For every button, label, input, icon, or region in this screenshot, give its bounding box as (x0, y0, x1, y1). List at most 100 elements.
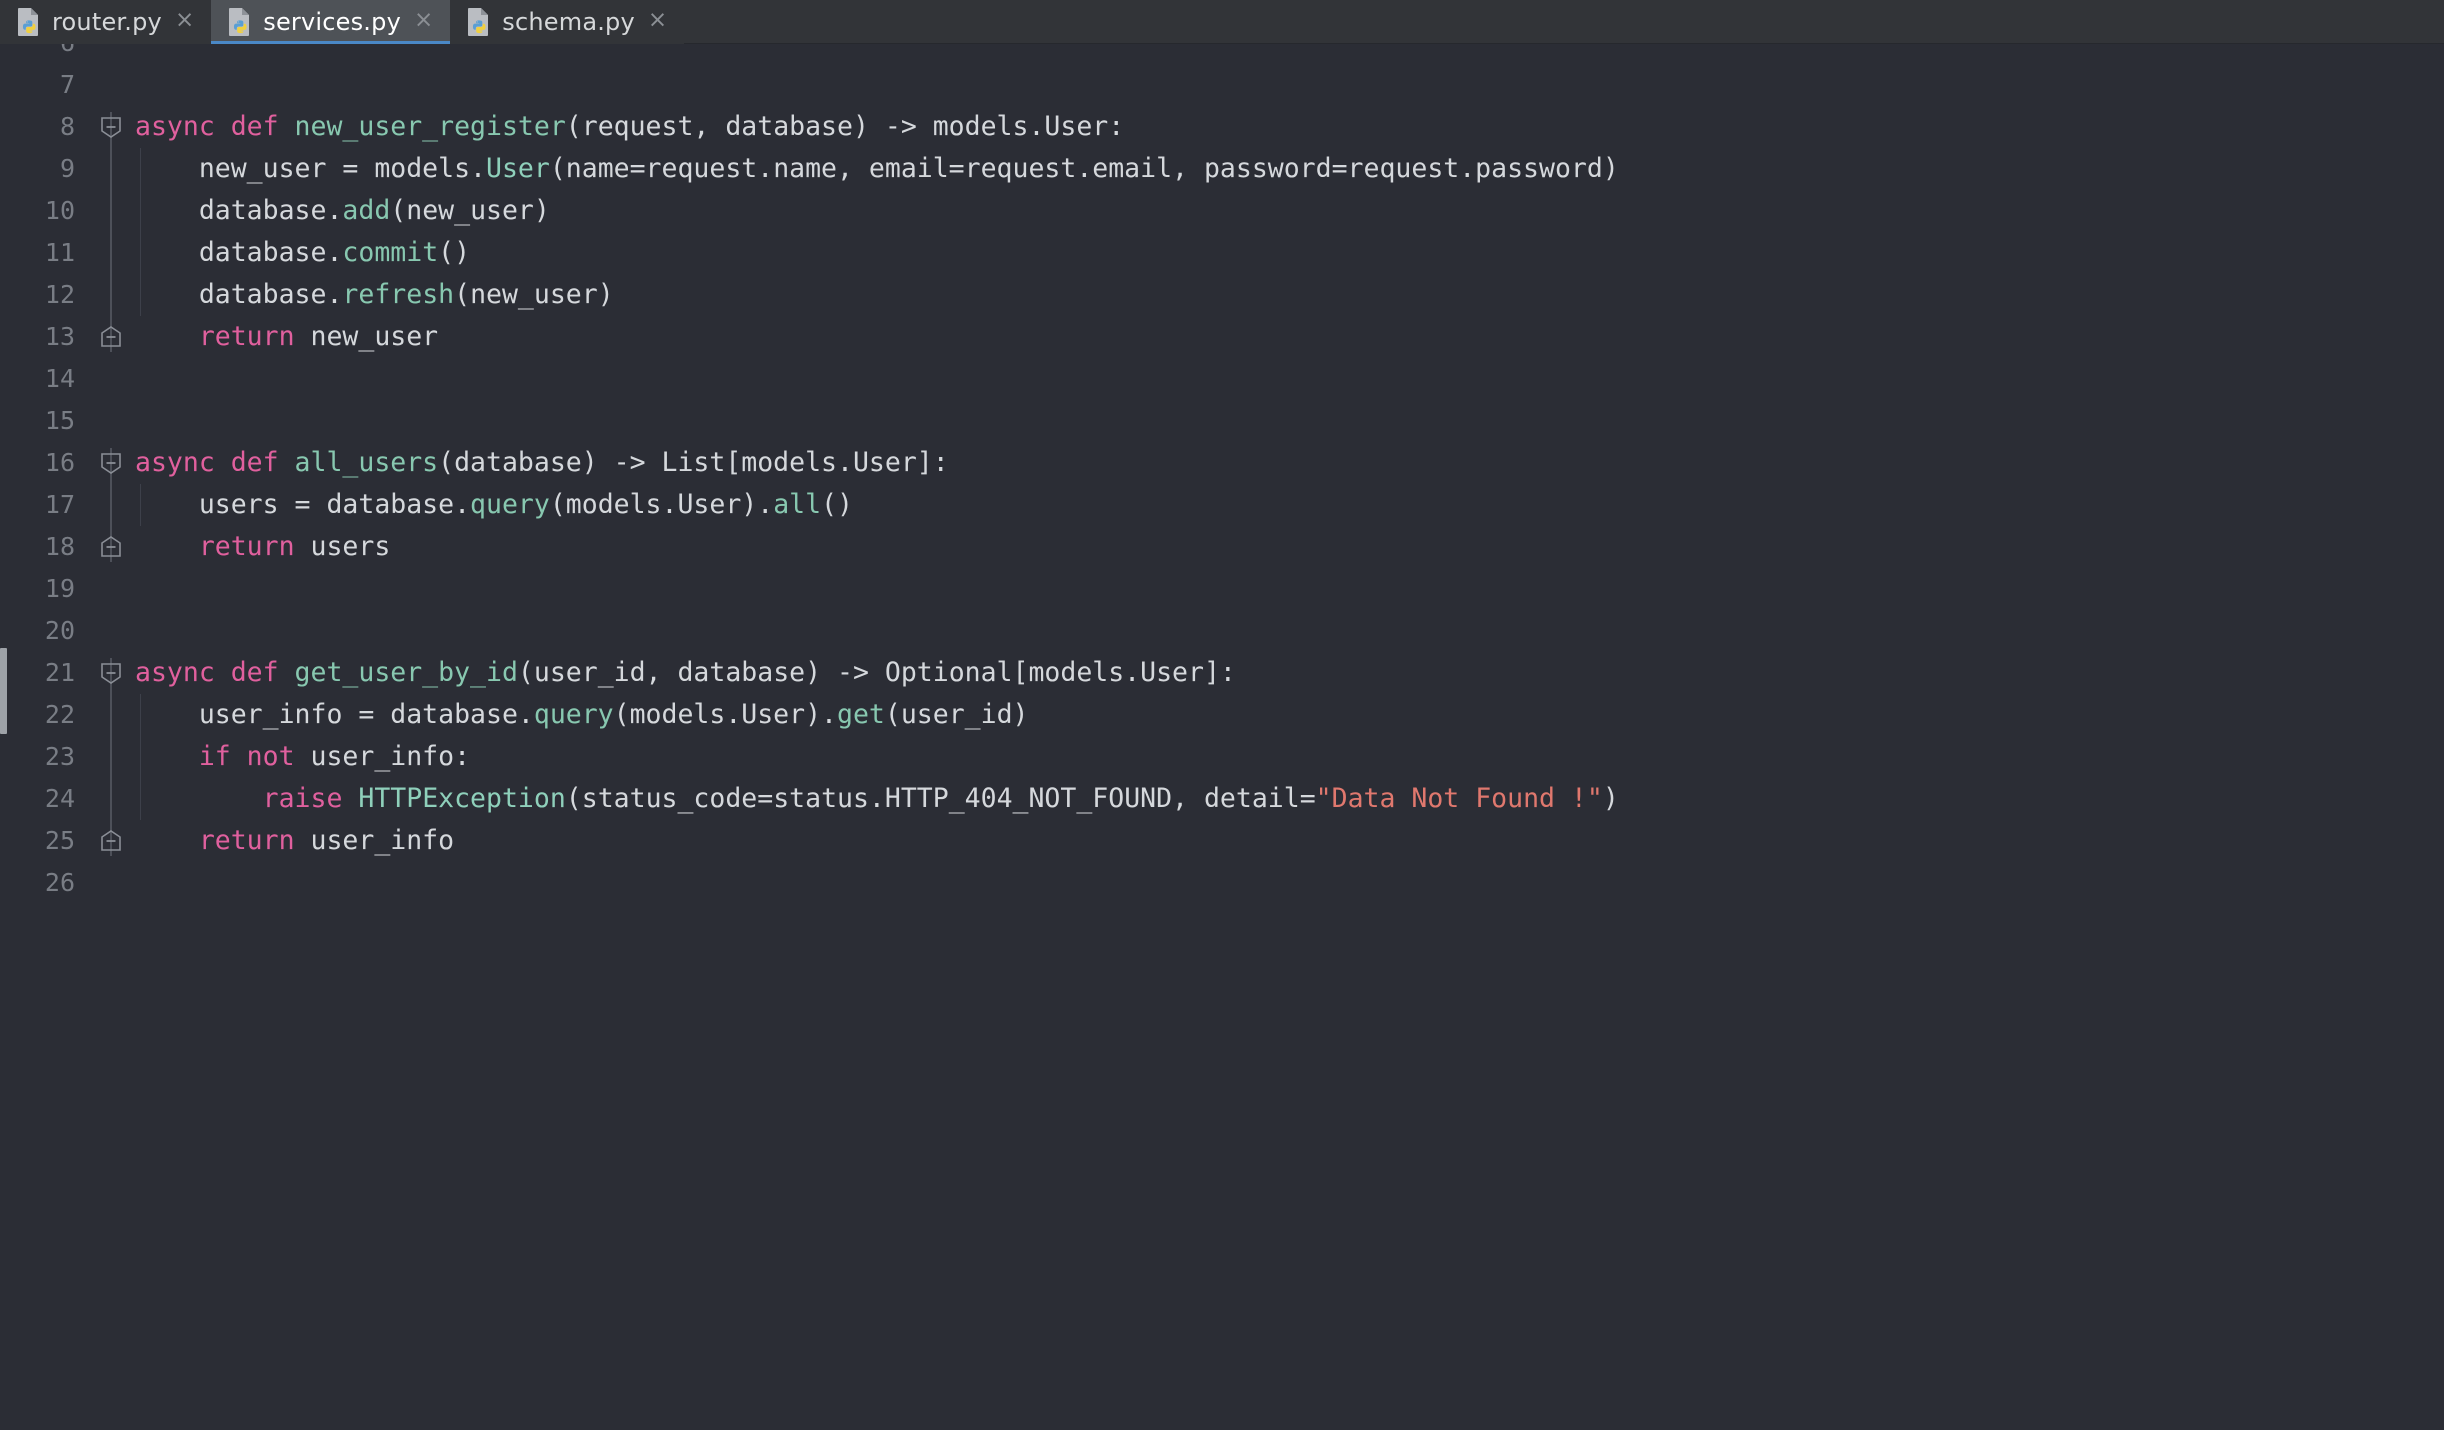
code-token-txt: (user_id, database) -> Optional[models.U… (518, 657, 1236, 688)
code-token-fn: add (342, 195, 390, 226)
code-line[interactable] (135, 400, 2444, 442)
line-number: 8 (9, 106, 75, 148)
fold-row (87, 358, 135, 400)
code-line[interactable]: raise HTTPException(status_code=status.H… (135, 778, 2444, 820)
code-line[interactable]: new_user = models.User(name=request.name… (135, 148, 2444, 190)
code-token-txt: database. (135, 237, 342, 268)
code-line[interactable] (135, 862, 2444, 904)
code-token-fn: refresh (342, 279, 454, 310)
editor-tab-schema-py[interactable]: schema.py × (450, 0, 684, 44)
fold-row (87, 568, 135, 610)
code-token-fn: get_user_by_id (295, 657, 518, 688)
code-line[interactable] (135, 568, 2444, 610)
code-token-txt: (status_code=status.HTTP_404_NOT_FOUND, … (566, 783, 1316, 814)
code-line[interactable]: database.commit() (135, 232, 2444, 274)
code-line[interactable]: if not user_info: (135, 736, 2444, 778)
line-number: 26 (9, 862, 75, 904)
code-line[interactable]: user_info = database.query(models.User).… (135, 694, 2444, 736)
code-line[interactable]: async def new_user_register(request, dat… (135, 106, 2444, 148)
line-number: 25 (9, 820, 75, 862)
python-file-icon (466, 7, 492, 37)
code-token-txt: new_user (295, 321, 439, 352)
code-line[interactable] (135, 610, 2444, 652)
line-number: 19 (9, 568, 75, 610)
line-number: 6 (9, 44, 75, 64)
code-token-cls: User (486, 153, 550, 184)
code-token-txt: new_user = models. (135, 153, 486, 184)
line-number: 11 (9, 232, 75, 274)
fold-end-icon[interactable] (99, 325, 123, 349)
line-number: 7 (9, 64, 75, 106)
fold-guide-line (110, 658, 112, 856)
line-number: 18 (9, 526, 75, 568)
code-folding-gutter[interactable] (87, 44, 135, 1430)
code-line[interactable]: async def all_users(database) -> List[mo… (135, 442, 2444, 484)
code-token-txt: () (438, 237, 470, 268)
code-content-area[interactable]: async def new_user_register(request, dat… (135, 44, 2444, 1430)
line-number: 23 (9, 736, 75, 778)
code-line[interactable]: async def get_user_by_id(user_id, databa… (135, 652, 2444, 694)
code-token-txt: (models.User). (550, 489, 773, 520)
code-token-txt: user_info (295, 825, 455, 856)
line-number-gutter: 67891011121314151617181920212223242526 (9, 44, 87, 1430)
code-token-txt: user_info: (295, 741, 471, 772)
close-icon[interactable]: × (645, 7, 670, 37)
code-line[interactable]: database.add(new_user) (135, 190, 2444, 232)
line-number: 12 (9, 274, 75, 316)
fold-row (87, 862, 135, 904)
fold-end-icon[interactable] (99, 829, 123, 853)
code-token-kw: if not (135, 741, 295, 772)
editor-tab-services-py[interactable]: services.py× (211, 0, 450, 44)
code-line[interactable] (135, 44, 2444, 64)
line-number: 10 (9, 190, 75, 232)
fold-collapse-icon[interactable] (99, 661, 123, 685)
code-line[interactable]: return users (135, 526, 2444, 568)
indent-guide (140, 484, 141, 526)
code-line[interactable] (135, 358, 2444, 400)
line-number: 9 (9, 148, 75, 190)
code-token-txt: (database) -> List[models.User]: (438, 447, 949, 478)
code-token-txt: (user_id) (885, 699, 1029, 730)
editor-tab-label: schema.py (502, 8, 635, 36)
code-token-kw: return (135, 321, 295, 352)
fold-row (87, 44, 135, 64)
code-line[interactable]: return user_info (135, 820, 2444, 862)
editor-left-gutter-strip (0, 44, 9, 1430)
fold-end-icon[interactable] (99, 535, 123, 559)
editor-tab-label: router.py (52, 8, 162, 36)
indent-guide (140, 694, 141, 820)
line-number: 22 (9, 694, 75, 736)
line-number: 21 (9, 652, 75, 694)
code-token-kw: return (135, 825, 295, 856)
code-token-txt: ) (1603, 783, 1619, 814)
code-token-txt: database. (135, 195, 342, 226)
line-number: 15 (9, 400, 75, 442)
fold-row (87, 610, 135, 652)
code-token-fn: query (470, 489, 550, 520)
code-line[interactable]: return new_user (135, 316, 2444, 358)
code-editor[interactable]: 67891011121314151617181920212223242526 a… (0, 44, 2444, 1430)
code-token-txt: () (821, 489, 853, 520)
code-token-fn: commit (342, 237, 438, 268)
code-token-txt: (name=request.name, email=request.email,… (550, 153, 1619, 184)
editor-tab-router-py[interactable]: router.py × (0, 0, 211, 44)
line-number: 14 (9, 358, 75, 400)
code-token-kw: async def (135, 447, 295, 478)
vcs-change-marker (0, 648, 7, 734)
code-line[interactable] (135, 64, 2444, 106)
code-token-fn: all_users (295, 447, 439, 478)
code-line[interactable]: users = database.query(models.User).all(… (135, 484, 2444, 526)
code-token-cls: HTTPException (358, 783, 565, 814)
code-token-fn: all (773, 489, 821, 520)
code-token-kw: raise (135, 783, 358, 814)
code-line[interactable]: database.refresh(new_user) (135, 274, 2444, 316)
fold-collapse-icon[interactable] (99, 115, 123, 139)
code-token-txt: (models.User). (614, 699, 837, 730)
close-icon[interactable]: × (172, 7, 197, 37)
fold-collapse-icon[interactable] (99, 451, 123, 475)
close-icon[interactable]: × (411, 7, 436, 37)
code-token-txt: (new_user) (454, 279, 614, 310)
code-token-kw: return (135, 531, 295, 562)
line-number: 24 (9, 778, 75, 820)
code-token-txt: database. (135, 279, 342, 310)
